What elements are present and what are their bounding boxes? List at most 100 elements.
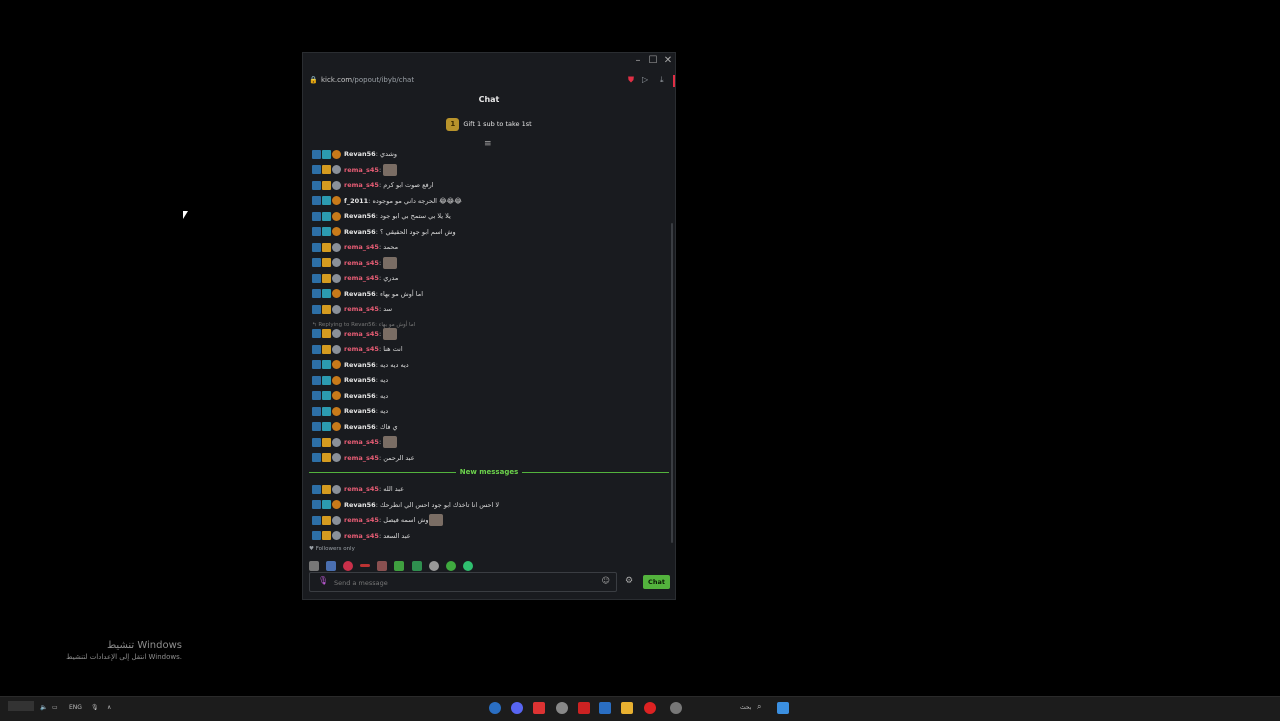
emote-9[interactable]	[445, 560, 456, 571]
message-username[interactable]: rema_s45	[344, 243, 379, 251]
app-blue-icon[interactable]	[599, 702, 611, 714]
message-username[interactable]: Revan56	[344, 501, 376, 509]
settings-app-icon[interactable]	[556, 702, 568, 714]
message-username[interactable]: Revan56	[344, 423, 376, 431]
message-username[interactable]: f_2011	[344, 197, 368, 205]
chat-message[interactable]: f_2011: الحرجه داني مو موجوده 😂😂😂	[312, 194, 667, 208]
badge-subscriber-icon	[322, 258, 331, 267]
chat-message[interactable]: Revan56: ديه ديه ديه	[312, 358, 667, 372]
opera-icon[interactable]	[644, 702, 656, 714]
message-emote	[383, 256, 398, 269]
message-username[interactable]: rema_s45	[344, 532, 379, 540]
maximize-icon[interactable]: ☐	[646, 54, 660, 68]
message-username[interactable]: rema_s45	[344, 485, 379, 493]
message-username[interactable]: Revan56	[344, 407, 376, 415]
chat-message[interactable]: rema_s45:	[312, 435, 667, 449]
chat-message[interactable]: Revan56: ديه	[312, 389, 667, 403]
start-windows-icon[interactable]	[777, 702, 789, 714]
chat-scrollbar[interactable]	[671, 223, 673, 543]
emote-4[interactable]	[360, 564, 371, 567]
chat-message[interactable]: rema_s45:	[312, 327, 667, 341]
badge-subscriber-icon	[322, 531, 331, 540]
message-username[interactable]: rema_s45	[344, 259, 379, 267]
minimize-icon[interactable]: –	[631, 54, 645, 68]
emote-1[interactable]	[309, 560, 319, 571]
chat-message[interactable]: Revan56: وشدي	[312, 147, 667, 161]
message-username[interactable]: rema_s45	[344, 454, 379, 462]
message-emote	[383, 327, 398, 340]
message-username[interactable]: rema_s45	[344, 166, 379, 174]
chat-message[interactable]: rema_s45:	[312, 163, 667, 177]
chat-message[interactable]: Revan56: ي فاك	[312, 420, 667, 434]
chat-message[interactable]: rema_s45: محمد	[312, 240, 667, 254]
microphone-icon[interactable]: 🎙	[318, 576, 328, 585]
message-username[interactable]: rema_s45	[344, 274, 379, 282]
badge-verified-icon	[312, 165, 321, 174]
message-username[interactable]: rema_s45	[344, 305, 379, 313]
chat-message[interactable]: rema_s45: سد	[312, 302, 667, 316]
emoji-icon[interactable]: ☺	[602, 576, 610, 585]
message-username[interactable]: Revan56	[344, 150, 376, 158]
badge-shield-icon	[332, 406, 341, 416]
emote-10[interactable]	[462, 560, 473, 571]
network-icon[interactable]: ▭	[52, 704, 58, 711]
emote-7[interactable]	[411, 560, 422, 571]
chat-message[interactable]: Revan56: ديه	[312, 404, 667, 418]
chat-message[interactable]: Revan56: اما أوش مو بهاء	[312, 287, 667, 301]
chat-message[interactable]: rema_s45: انت هنا	[312, 342, 667, 356]
speaker-icon[interactable]: 🔈	[40, 704, 47, 711]
message-username[interactable]: Revan56	[344, 376, 376, 384]
address-bar[interactable]: 🔒 kick.com/popout/ibyb/chat ⛊ ▷ ⤓	[303, 71, 675, 89]
download-icon[interactable]: ⤓	[660, 71, 664, 89]
search-box-text[interactable]: بحث	[740, 704, 751, 711]
gear-icon[interactable]: ⚙	[625, 576, 633, 586]
send-icon[interactable]: ▷	[642, 71, 648, 89]
file-explorer-icon[interactable]	[621, 702, 633, 714]
emote-3[interactable]	[343, 560, 354, 571]
message-username[interactable]: Revan56	[344, 361, 376, 369]
language-indicator[interactable]: ENG	[69, 704, 82, 711]
chevron-up-icon[interactable]: ∧	[107, 704, 111, 711]
message-input-box[interactable]: 🎙 ☺	[309, 572, 617, 592]
chat-message[interactable]: rema_s45: عبد الله	[312, 482, 667, 496]
app-gray-icon[interactable]	[670, 702, 682, 714]
chat-message[interactable]: Revan56: لا احس انا تاخذك ابو جود احس ال…	[312, 498, 667, 512]
shield-icon[interactable]: ⛊	[628, 71, 634, 89]
chat-message[interactable]: rema_s45:	[312, 256, 667, 270]
close-icon[interactable]: ✕	[661, 54, 675, 68]
message-username[interactable]: Revan56	[344, 228, 376, 236]
mic-tray-icon[interactable]: 🎙	[91, 704, 99, 711]
chat-message[interactable]: Revan56: يلا يلا بي ستمح بي ابو جود	[312, 209, 667, 223]
badge-shield-icon	[332, 165, 341, 174]
emote-8[interactable]	[428, 560, 439, 571]
message-emote	[428, 514, 443, 526]
discord-icon[interactable]	[511, 702, 523, 714]
message-username[interactable]: Revan56	[344, 290, 376, 298]
chat-message[interactable]: rema_s45: عبد السعد	[312, 529, 667, 543]
message-username[interactable]: Revan56	[344, 212, 376, 220]
chat-message[interactable]: Revan56: وش اسم ابو جود الحقيقي ؟	[312, 225, 667, 239]
emote-5[interactable]	[377, 560, 388, 571]
message-username[interactable]: Revan56	[344, 392, 376, 400]
chat-message[interactable]: rema_s45: عبد الرحمن	[312, 451, 667, 465]
chat-message[interactable]: rema_s45: ارفع صوت ابو كرم	[312, 178, 667, 192]
chat-message-list[interactable]: Revan56: وشدي rema_s45: rema_s45: ارفع صو…	[303, 147, 675, 547]
chat-message[interactable]: rema_s45: مدري	[312, 271, 667, 285]
chat-message[interactable]: Revan56: ديه	[312, 373, 667, 387]
clock-area[interactable]	[8, 701, 34, 711]
message-username[interactable]: rema_s45	[344, 345, 379, 353]
chat-send-button[interactable]: Chat	[643, 575, 670, 589]
message-username[interactable]: rema_s45	[344, 516, 379, 524]
message-username[interactable]: rema_s45	[344, 181, 379, 189]
message-username[interactable]: rema_s45	[344, 330, 379, 338]
chat-message[interactable]: rema_s45: وش اسمه فيصل	[312, 513, 667, 527]
search-icon[interactable]: ⌕	[757, 702, 761, 712]
emote-2[interactable]	[326, 560, 337, 571]
app-red-icon[interactable]	[533, 702, 545, 714]
steam-icon[interactable]	[489, 702, 501, 714]
gift-sub-banner[interactable]: 1 Gift 1 sub to take 1st	[303, 113, 675, 135]
message-input[interactable]	[332, 575, 596, 591]
emote-6[interactable]	[394, 560, 405, 571]
message-username[interactable]: rema_s45	[344, 438, 379, 446]
app-adobe-icon[interactable]	[578, 702, 590, 714]
